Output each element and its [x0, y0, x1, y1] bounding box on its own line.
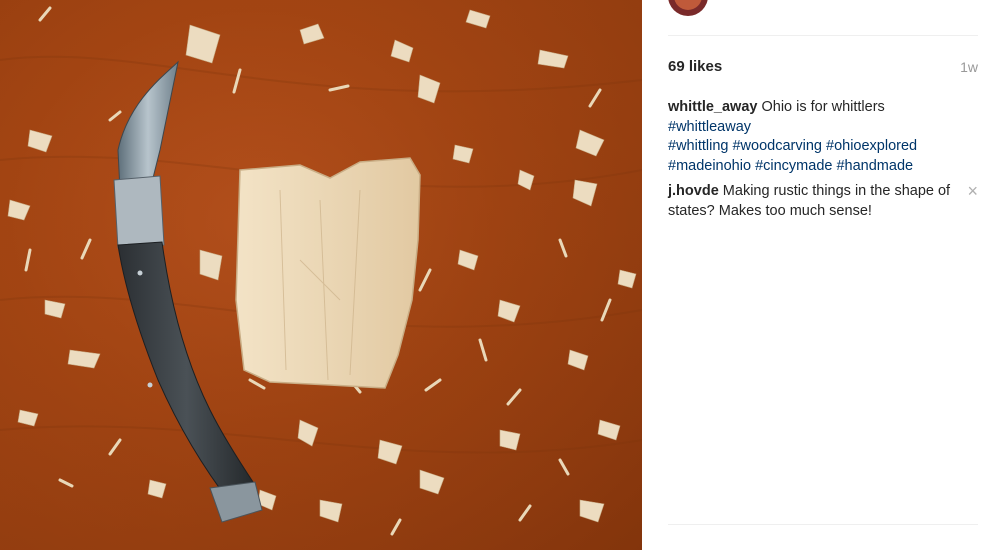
comment-item: j.hovde Making rustic things in the shap…	[668, 182, 978, 221]
hashtag-link[interactable]: #handmade	[836, 158, 913, 174]
hashtag-link[interactable]: #cincymade	[755, 158, 832, 174]
post-details-panel: whittle_away 69 likes 1w whittle_away Oh…	[642, 0, 1000, 550]
hashtag-link[interactable]: #whittleaway	[668, 119, 751, 135]
post-header: whittle_away	[668, 0, 978, 36]
photo-canvas	[0, 0, 642, 550]
likes-row: 69 likes 1w	[668, 58, 978, 78]
hashtag-link[interactable]: #ohioexplored	[826, 138, 917, 154]
hashtag-link[interactable]: #madeinohio	[668, 158, 751, 174]
post-photo[interactable]	[0, 0, 642, 550]
divider	[668, 524, 978, 525]
close-icon[interactable]: ×	[967, 182, 978, 200]
caption-text: Ohio is for whittlers	[761, 99, 885, 115]
caption-username[interactable]: whittle_away	[668, 99, 757, 115]
likes-count[interactable]: 69 likes	[668, 58, 722, 75]
comments-list: whittle_away Ohio is for whittlers #whit…	[668, 98, 978, 227]
comment-username[interactable]: j.hovde	[668, 183, 719, 199]
post-time[interactable]: 1w	[960, 59, 978, 75]
hashtag-link[interactable]: #woodcarving	[732, 138, 821, 154]
avatar[interactable]	[668, 0, 708, 16]
hashtag-link[interactable]: #whittling	[668, 138, 728, 154]
caption: whittle_away Ohio is for whittlers #whit…	[668, 98, 978, 176]
